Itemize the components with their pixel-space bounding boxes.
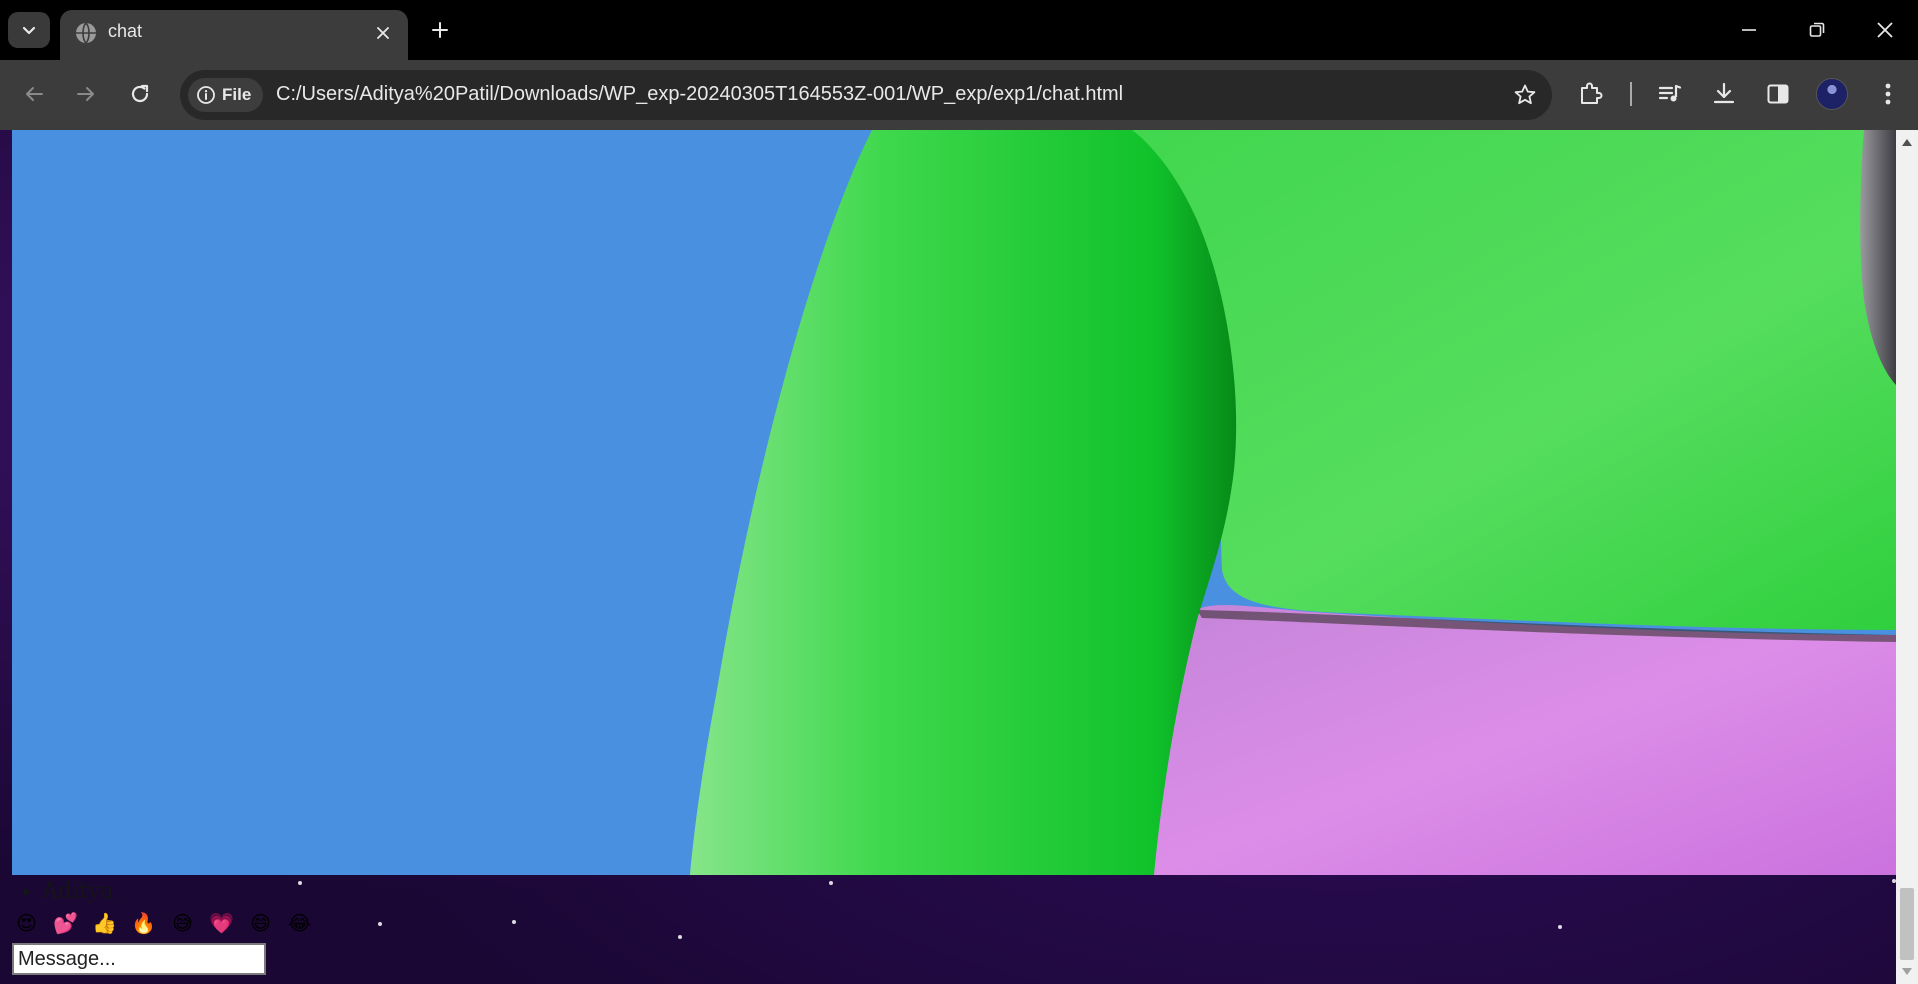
plus-icon	[432, 22, 448, 38]
downloads-button[interactable]	[1704, 74, 1744, 114]
scroll-down-button[interactable]	[1896, 962, 1918, 982]
restore-button[interactable]	[1790, 8, 1844, 52]
online-users-list: Aditya	[12, 879, 113, 904]
tab-close-button[interactable]	[370, 20, 396, 46]
tab-strip: chat	[0, 0, 1918, 60]
chevron-down-icon	[22, 26, 36, 35]
puzzle-icon	[1581, 82, 1603, 104]
download-icon	[1713, 82, 1735, 104]
grin-emoji-button[interactable]: 😄	[248, 910, 273, 935]
triangle-up-icon	[1902, 139, 1912, 146]
page-viewport: Aditya 😍 💕 👍 🔥 😅 💗 😄 😂	[0, 130, 1918, 984]
side-panel-icon	[1767, 84, 1789, 104]
close-icon	[1877, 22, 1893, 38]
triangle-down-icon	[1902, 968, 1912, 975]
minimize-icon	[1742, 29, 1756, 31]
user-list-item: Aditya	[42, 879, 113, 904]
fire-emoji-button[interactable]: 🔥	[131, 910, 156, 935]
two-hearts-emoji-button[interactable]: 💕	[53, 910, 78, 935]
sweat-smile-emoji-button[interactable]: 😅	[170, 910, 195, 935]
kebab-menu-icon	[1885, 83, 1891, 105]
emoji-bar: 😍 💕 👍 🔥 😅 💗 😄 😂	[14, 910, 312, 935]
globe-icon	[76, 22, 96, 44]
restore-icon	[1809, 22, 1825, 37]
tab-title: chat	[108, 21, 143, 41]
bookmark-button[interactable]	[1510, 80, 1540, 110]
side-panel-button[interactable]	[1758, 74, 1798, 114]
minimize-button[interactable]	[1722, 8, 1776, 52]
joy-emoji-button[interactable]: 😂	[287, 910, 312, 935]
growing-heart-emoji-button[interactable]: 💗	[209, 910, 234, 935]
avatar[interactable]	[1816, 78, 1848, 110]
heart-eyes-emoji-button[interactable]: 😍	[14, 910, 39, 935]
site-info-button[interactable]: File	[188, 78, 264, 112]
info-icon	[197, 86, 215, 104]
message-input[interactable]	[12, 943, 266, 975]
chat-area: Aditya 😍 💕 👍 🔥 😅 💗 😄 😂	[12, 875, 1896, 984]
media-queue-icon	[1658, 84, 1682, 102]
reload-button[interactable]	[120, 74, 160, 114]
forward-arrow-icon	[77, 87, 94, 101]
window-close-button[interactable]	[1858, 8, 1912, 52]
back-arrow-icon	[26, 87, 43, 101]
site-info-label: File	[222, 85, 252, 104]
tab-search-button[interactable]	[8, 12, 50, 48]
url-text[interactable]: C:/Users/Aditya%20Patil/Downloads/WP_exp…	[276, 83, 1123, 106]
scrollbar-thumb[interactable]	[1900, 888, 1914, 960]
page-scrollbar[interactable]	[1896, 130, 1918, 984]
reload-icon	[131, 84, 149, 103]
browser-menu-button[interactable]	[1868, 74, 1908, 114]
forward-button[interactable]	[66, 74, 106, 114]
back-button[interactable]	[14, 74, 54, 114]
address-bar[interactable]: File C:/Users/Aditya%20Patil/Downloads/W…	[180, 70, 1552, 120]
extensions-button[interactable]	[1570, 74, 1610, 114]
close-icon	[377, 27, 389, 39]
new-tab-button[interactable]	[422, 12, 458, 48]
scroll-up-button[interactable]	[1896, 132, 1918, 152]
browser-toolbar: File C:/Users/Aditya%20Patil/Downloads/W…	[0, 60, 1918, 130]
star-icon	[1514, 84, 1536, 105]
thumbs-up-emoji-button[interactable]: 👍	[92, 910, 117, 935]
media-controls-button[interactable]	[1650, 74, 1690, 114]
hero-image	[12, 130, 1896, 875]
toolbar-separator	[1630, 82, 1632, 106]
tab-chat[interactable]: chat	[60, 10, 408, 60]
